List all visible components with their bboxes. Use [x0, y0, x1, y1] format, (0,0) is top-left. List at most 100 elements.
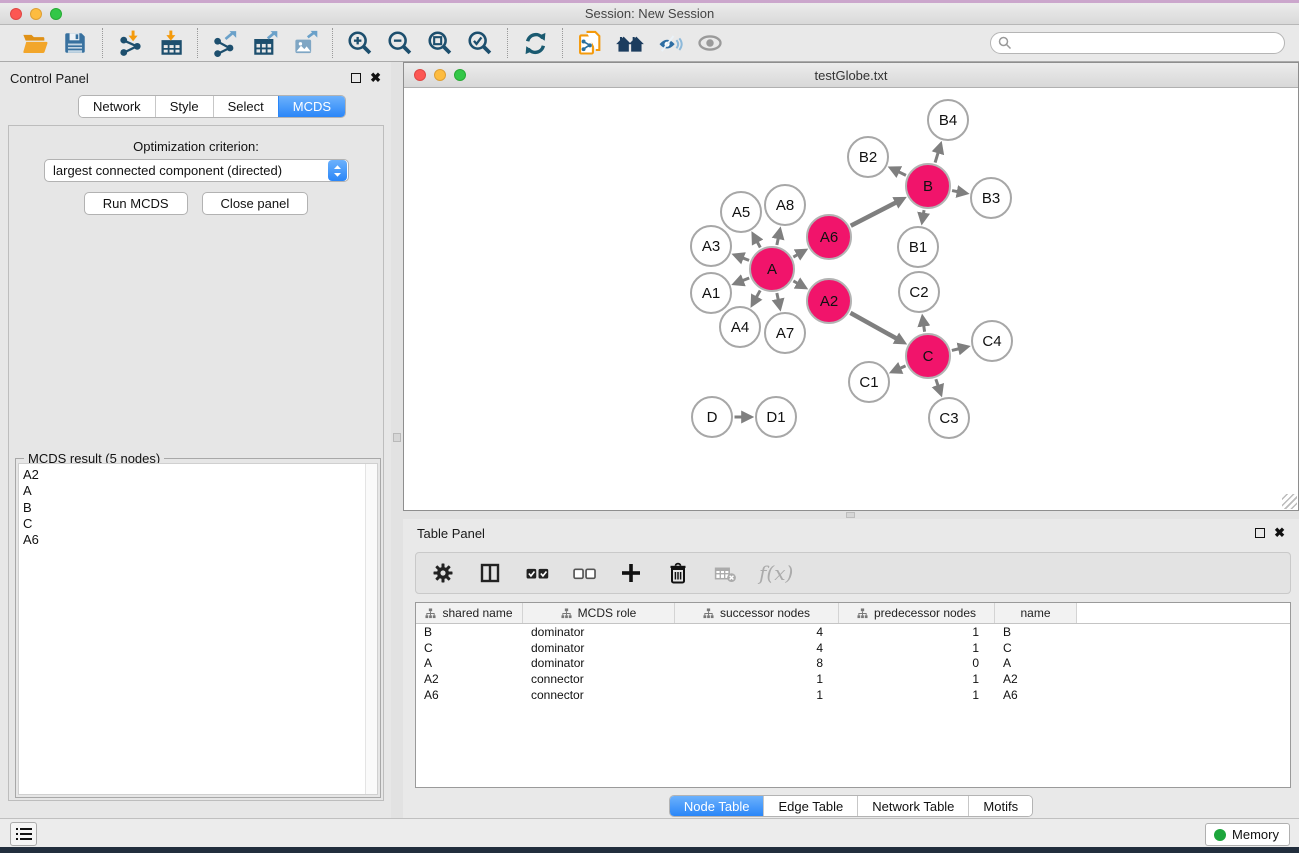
table-row[interactable]: A2connector11A2 [416, 671, 1290, 687]
export-image-button[interactable] [290, 28, 320, 58]
cell-name[interactable]: A [995, 655, 1077, 671]
edge-C-C4[interactable] [952, 349, 960, 351]
toggle-columns-button[interactable] [477, 560, 503, 586]
float-panel-icon[interactable] [351, 73, 361, 83]
cell-predecessor_nodes[interactable]: 1 [839, 624, 995, 640]
table-row[interactable]: Bdominator41B [416, 624, 1290, 640]
edge-A6-B[interactable] [851, 202, 897, 226]
edge-B-B4[interactable] [935, 152, 938, 162]
mcds-result-item[interactable]: B [23, 500, 365, 516]
cell-name[interactable]: B [995, 624, 1077, 640]
edge-A-A6[interactable] [793, 254, 798, 257]
network-minimize-button[interactable] [434, 69, 446, 81]
hide-selected-button[interactable] [655, 28, 685, 58]
cell-shared_name[interactable]: B [416, 624, 523, 640]
graph-node-B[interactable]: B [905, 163, 951, 209]
mcds-result-item[interactable]: A2 [23, 467, 365, 483]
zoom-fit-button[interactable] [425, 28, 455, 58]
settings-gear-button[interactable] [430, 560, 456, 586]
edge-A-A1[interactable] [742, 278, 749, 281]
delete-column-button[interactable] [665, 560, 691, 586]
cell-predecessor_nodes[interactable]: 1 [839, 687, 995, 703]
graph-node-A1[interactable]: A1 [690, 272, 732, 314]
save-session-button[interactable] [60, 28, 90, 58]
edge-A-A8[interactable] [777, 238, 778, 245]
zoom-window-button[interactable] [50, 8, 62, 20]
export-table-button[interactable] [250, 28, 280, 58]
network-canvas[interactable]: B4B2BB3A5A8A6B1A3AA1C2A2A4A7C4CC1C3DD1 [404, 88, 1298, 510]
table-row[interactable]: Adominator80A [416, 655, 1290, 671]
cell-name[interactable]: A2 [995, 671, 1077, 687]
cell-mcds_role[interactable]: dominator [523, 640, 675, 656]
tab-network-table[interactable]: Network Table [857, 796, 968, 816]
cell-shared_name[interactable]: A [416, 655, 523, 671]
graph-node-B3[interactable]: B3 [970, 177, 1012, 219]
run-mcds-button[interactable]: Run MCDS [84, 192, 188, 215]
edge-A-A5[interactable] [757, 241, 760, 247]
graph-node-C3[interactable]: C3 [928, 397, 970, 439]
delete-table-button[interactable] [712, 560, 738, 586]
function-builder-button[interactable]: f(x) [759, 560, 793, 586]
graph-node-A7[interactable]: A7 [764, 312, 806, 354]
graph-node-C[interactable]: C [905, 333, 951, 379]
graph-node-A6[interactable]: A6 [806, 214, 852, 260]
graph-node-A8[interactable]: A8 [764, 184, 806, 226]
show-all-button[interactable] [695, 28, 725, 58]
select-all-checkboxes-button[interactable] [524, 560, 550, 586]
close-window-button[interactable] [10, 8, 22, 20]
cell-mcds_role[interactable]: connector [523, 671, 675, 687]
cell-name[interactable]: A6 [995, 687, 1077, 703]
edge-B-B1[interactable] [923, 210, 924, 214]
graph-node-C4[interactable]: C4 [971, 320, 1013, 362]
mcds-result-item[interactable]: A [23, 483, 365, 499]
edge-A2-C[interactable] [850, 313, 897, 339]
cell-mcds_role[interactable]: dominator [523, 655, 675, 671]
cell-predecessor_nodes[interactable]: 0 [839, 655, 995, 671]
column-header-name[interactable]: name [995, 603, 1077, 623]
cell-successor_nodes[interactable]: 1 [675, 687, 839, 703]
import-table-button[interactable] [155, 28, 185, 58]
tab-style[interactable]: Style [155, 96, 213, 117]
cell-predecessor_nodes[interactable]: 1 [839, 671, 995, 687]
refresh-layout-button[interactable] [520, 28, 550, 58]
minimize-window-button[interactable] [30, 8, 42, 20]
open-session-button[interactable] [20, 28, 50, 58]
export-network-button[interactable] [210, 28, 240, 58]
vertical-divider-handle[interactable] [393, 433, 401, 442]
edge-A-A4[interactable] [756, 290, 760, 297]
close-panel-button[interactable]: Close panel [202, 192, 309, 215]
cell-shared_name[interactable]: A2 [416, 671, 523, 687]
graph-node-C2[interactable]: C2 [898, 271, 940, 313]
zoom-out-button[interactable] [385, 28, 415, 58]
table-row[interactable]: Cdominator41C [416, 640, 1290, 656]
close-table-panel-icon[interactable]: ✖ [1274, 528, 1285, 538]
column-header-shared-name[interactable]: shared name [416, 603, 523, 623]
tab-edge-table[interactable]: Edge Table [763, 796, 857, 816]
deselect-all-checkboxes-button[interactable] [571, 560, 597, 586]
column-header-predecessor-nodes[interactable]: predecessor nodes [839, 603, 995, 623]
search-input[interactable] [990, 32, 1285, 54]
edge-B-B2[interactable] [898, 172, 906, 176]
graph-node-A[interactable]: A [749, 246, 795, 292]
zoom-in-button[interactable] [345, 28, 375, 58]
criterion-dropdown[interactable]: largest connected component (directed) [44, 159, 349, 182]
home-view-button[interactable] [615, 28, 645, 58]
cell-successor_nodes[interactable]: 4 [675, 640, 839, 656]
tab-mcds[interactable]: MCDS [278, 96, 345, 117]
edge-A-A2[interactable] [793, 281, 798, 284]
import-network-button[interactable] [115, 28, 145, 58]
vertical-split-divider[interactable] [391, 62, 403, 818]
result-list-scrollbar[interactable] [365, 464, 377, 794]
tab-node-table[interactable]: Node Table [670, 796, 764, 816]
float-table-panel-icon[interactable] [1255, 528, 1265, 538]
graph-node-C1[interactable]: C1 [848, 361, 890, 403]
tab-network[interactable]: Network [79, 96, 155, 117]
graph-node-B1[interactable]: B1 [897, 226, 939, 268]
network-close-button[interactable] [414, 69, 426, 81]
graph-node-A3[interactable]: A3 [690, 225, 732, 267]
cell-shared_name[interactable]: A6 [416, 687, 523, 703]
mcds-result-item[interactable]: A6 [23, 532, 365, 548]
graph-node-A2[interactable]: A2 [806, 278, 852, 324]
graph-node-A4[interactable]: A4 [719, 306, 761, 348]
column-header-successor-nodes[interactable]: successor nodes [675, 603, 839, 623]
